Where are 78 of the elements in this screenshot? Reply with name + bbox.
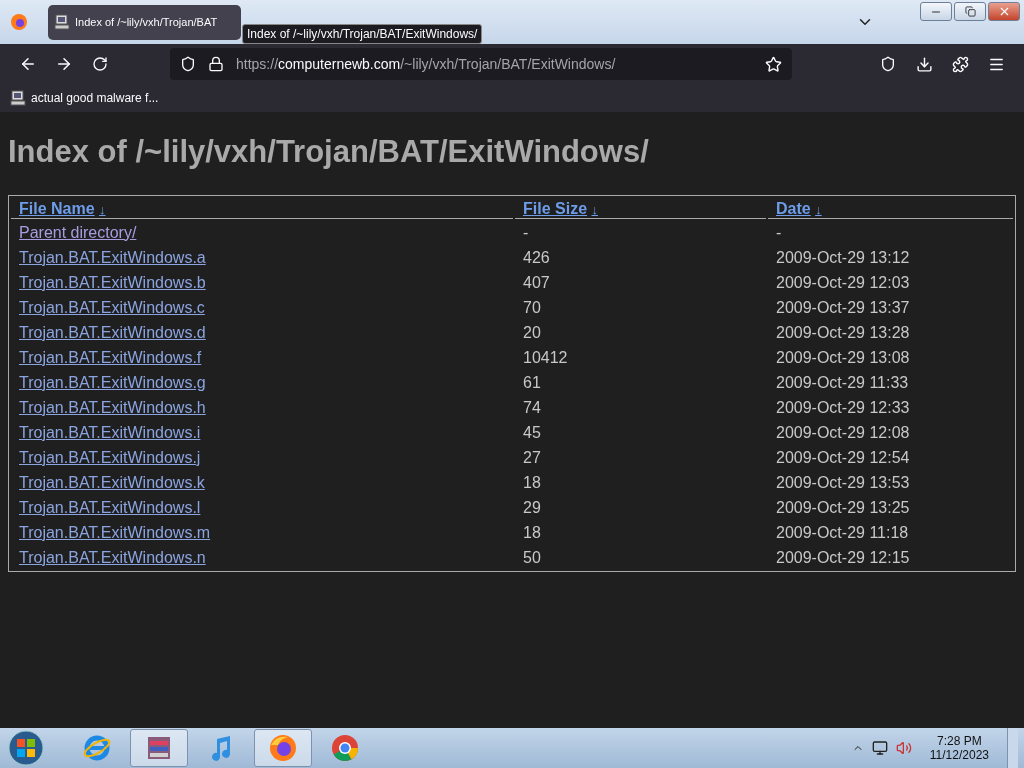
file-size: 20	[523, 323, 541, 341]
firefox-icon[interactable]	[268, 733, 298, 763]
file-date: 2009-Oct-29 12:15	[776, 548, 910, 566]
clock-date[interactable]: 11/12/2023	[929, 748, 989, 762]
close-button[interactable]	[988, 2, 1020, 21]
minimize-button[interactable]	[920, 2, 952, 21]
network-icon[interactable]	[871, 740, 888, 756]
star-icon[interactable]	[765, 55, 782, 73]
sort-link[interactable]: ↓	[591, 202, 598, 217]
taskbar-app[interactable]	[254, 729, 312, 767]
file-date: -	[776, 223, 782, 241]
file-link[interactable]: Trojan.BAT.ExitWindows.l	[19, 498, 201, 516]
file-size: 61	[523, 373, 541, 391]
clock-time[interactable]: 7:28 PM	[937, 734, 982, 748]
file-date: 2009-Oct-29 13:12	[776, 248, 910, 266]
column-header-link[interactable]: File Size	[523, 200, 588, 217]
speaker-icon[interactable]	[895, 740, 912, 756]
column-header-link[interactable]: File Name	[19, 200, 95, 217]
file-date: 2009-Oct-29 13:28	[776, 323, 910, 341]
reload-icon[interactable]	[92, 56, 108, 72]
download-icon[interactable]	[915, 55, 933, 73]
file-date: 2009-Oct-29 13:08	[776, 348, 910, 366]
sort-link[interactable]: ↓	[99, 202, 106, 217]
file-date: 2009-Oct-29 13:53	[776, 473, 910, 491]
file-link[interactable]: Trojan.BAT.ExitWindows.g	[19, 373, 206, 391]
lock-icon[interactable]	[208, 56, 224, 72]
back-icon[interactable]	[19, 55, 37, 73]
sort-link[interactable]: ↓	[815, 202, 822, 217]
restore-button[interactable]	[954, 2, 986, 21]
pocket-icon[interactable]	[880, 56, 896, 72]
shield-icon[interactable]	[180, 56, 196, 72]
file-date: 2009-Oct-29 12:08	[776, 423, 910, 441]
file-date: 2009-Oct-29 11:33	[776, 373, 909, 391]
file-date: 2009-Oct-29 13:25	[776, 498, 910, 516]
file-size: 70	[523, 298, 541, 316]
file-link[interactable]: Trojan.BAT.ExitWindows.f	[19, 348, 202, 366]
file-size: 18	[523, 523, 541, 541]
file-size: -	[523, 223, 529, 241]
page-heading: Index of /~lily/vxh/Trojan/BAT/ExitWindows/	[8, 134, 650, 170]
bookmark-link[interactable]: actual good malware f...	[31, 91, 159, 105]
file-link[interactable]: Trojan.BAT.ExitWindows.a	[19, 248, 206, 266]
file-size: 426	[523, 248, 550, 266]
taskbar-app[interactable]	[130, 729, 188, 767]
firefox-icon[interactable]	[8, 11, 30, 33]
file-date: 2009-Oct-29 12:03	[776, 273, 910, 291]
file-link[interactable]: Trojan.BAT.ExitWindows.n	[19, 548, 206, 566]
chrome-icon[interactable]	[330, 733, 360, 763]
file-link[interactable]: Parent directory/	[19, 223, 137, 241]
file-date: 2009-Oct-29 12:33	[776, 398, 910, 416]
file-link[interactable]: Trojan.BAT.ExitWindows.k	[19, 473, 205, 491]
browser-tab[interactable]: Index of /~lily/vxh/Trojan/BAT	[48, 4, 241, 40]
computer-icon	[54, 14, 70, 30]
puzzle-icon[interactable]	[951, 55, 969, 73]
column-header-link[interactable]: Date	[776, 200, 811, 217]
forward-icon[interactable]	[55, 55, 73, 73]
file-link[interactable]: Trojan.BAT.ExitWindows.d	[19, 323, 206, 341]
start-button[interactable]	[6, 729, 46, 767]
file-link[interactable]: Trojan.BAT.ExitWindows.i	[19, 423, 201, 441]
tooltip: Index of /~lily/vxh/Trojan/BAT/ExitWindows/	[242, 24, 483, 44]
file-date: 2009-Oct-29 12:54	[776, 448, 910, 466]
file-size: 407	[523, 273, 550, 291]
file-link[interactable]: Trojan.BAT.ExitWindows.c	[19, 298, 205, 316]
file-size: 10412	[523, 348, 568, 366]
file-size: 29	[523, 498, 541, 516]
file-size: 50	[523, 548, 541, 566]
browser-e-icon[interactable]	[82, 733, 112, 763]
file-date: 2009-Oct-29 11:18	[776, 523, 909, 541]
file-link[interactable]: Trojan.BAT.ExitWindows.m	[19, 523, 211, 541]
file-link[interactable]: Trojan.BAT.ExitWindows.b	[19, 273, 206, 291]
restore-icon[interactable]	[964, 6, 976, 17]
computer-icon	[10, 90, 26, 106]
file-size: 18	[523, 473, 541, 491]
file-size: 45	[523, 423, 541, 441]
file-size: 74	[523, 398, 541, 416]
file-size: 27	[523, 448, 541, 466]
file-link[interactable]: Trojan.BAT.ExitWindows.h	[19, 398, 206, 416]
file-date: 2009-Oct-29 13:37	[776, 298, 910, 316]
file-link[interactable]: Trojan.BAT.ExitWindows.j	[19, 448, 201, 466]
